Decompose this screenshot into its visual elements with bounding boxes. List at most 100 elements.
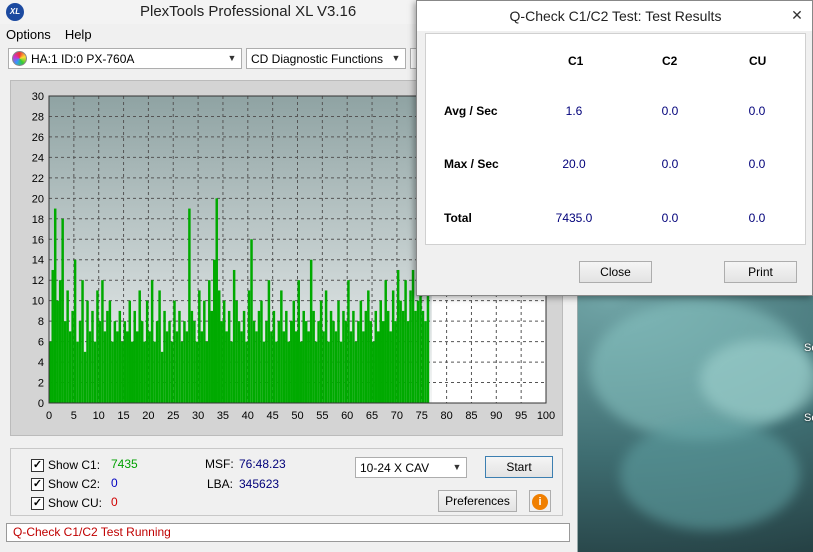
c1-bar — [160, 351, 164, 403]
x-tick-label: 85 — [465, 410, 477, 422]
c1-bar — [73, 259, 77, 403]
c1-bar — [222, 300, 226, 403]
max-c1: 20.0 — [562, 157, 586, 171]
dialog-title: Q-Check C1/C2 Test: Test Results — [509, 8, 722, 24]
c1-bar — [215, 198, 218, 403]
c1-bar — [342, 310, 345, 403]
x-tick-label: 40 — [242, 410, 254, 422]
c2-count: 0 — [111, 476, 118, 490]
c1-bar — [113, 321, 117, 403]
c1-bar — [354, 341, 358, 403]
close-button[interactable]: Close — [579, 261, 652, 283]
y-tick-label: 26 — [32, 132, 44, 144]
c1-bar — [312, 310, 315, 403]
show-cu-row: ✓ Show CU: — [31, 496, 102, 510]
c1-bar — [103, 331, 107, 403]
results-table: C1 C2 CU Avg / Sec 1.6 0.0 0.0 Max / Sec… — [425, 33, 806, 245]
cu-count: 0 — [111, 495, 118, 509]
close-icon[interactable]: ✕ — [788, 6, 806, 24]
desktop-icon-label[interactable]: Se — [804, 412, 813, 424]
c1-bar — [295, 331, 298, 403]
c1-bar — [394, 321, 397, 403]
x-tick-label: 35 — [217, 410, 229, 422]
max-cu: 0.0 — [748, 157, 766, 171]
c1-bar — [145, 300, 149, 403]
c1-bar — [76, 341, 79, 403]
menu-help[interactable]: Help — [65, 27, 92, 42]
column-header-cu: CU — [749, 54, 767, 68]
c1-bar — [255, 331, 258, 403]
show-c1-label: Show C1: — [48, 458, 101, 472]
c1-bar — [344, 321, 348, 403]
chevron-down-icon[interactable]: ▼ — [450, 458, 464, 477]
c1-bar — [411, 269, 415, 403]
c1-bar — [148, 331, 151, 403]
c1-bar — [175, 331, 179, 403]
c1-bar — [275, 341, 278, 403]
c1-bar — [245, 341, 248, 403]
c1-bar — [58, 280, 62, 403]
speed-select[interactable]: 10-24 X CAV ▼ — [355, 457, 467, 478]
y-tick-label: 8 — [38, 316, 44, 328]
c1-bar — [327, 341, 330, 403]
x-tick-label: 0 — [46, 410, 52, 422]
x-tick-label: 95 — [515, 410, 527, 422]
c1-bar — [180, 341, 184, 403]
c1-bar — [347, 280, 350, 403]
start-button[interactable]: Start — [485, 456, 553, 478]
desktop-icon-label[interactable]: Se — [804, 342, 813, 354]
lba-value: 345623 — [239, 477, 280, 491]
y-tick-label: 10 — [32, 296, 44, 308]
drive-select-value: HA:1 ID:0 PX-760A — [31, 51, 135, 66]
c1-bar — [98, 321, 102, 403]
show-c1-checkbox[interactable]: ✓ — [31, 458, 44, 472]
lba-label: LBA: — [207, 477, 234, 491]
dialog-title-bar[interactable]: Q-Check C1/C2 Test: Test Results ✕ — [417, 1, 812, 31]
drive-select[interactable]: HA:1 ID:0 PX-760A ▼ — [8, 48, 242, 69]
c1-bar — [208, 280, 211, 403]
c1-bar — [401, 310, 405, 403]
c1-bar — [362, 331, 365, 403]
c1-bar — [88, 331, 92, 403]
c1-bar — [304, 321, 308, 403]
chevron-down-icon[interactable]: ▼ — [225, 49, 239, 68]
c1-bar — [317, 321, 320, 403]
c1-bar — [287, 341, 291, 403]
c1-bar — [277, 321, 281, 403]
show-c1-row: ✓ Show C1: — [31, 458, 100, 472]
c1-bar — [322, 331, 325, 403]
c1-bar — [285, 310, 288, 403]
c1-bar — [426, 290, 430, 403]
c1-bar — [133, 310, 136, 403]
x-tick-label: 90 — [490, 410, 502, 422]
total-c1: 7435.0 — [555, 211, 593, 225]
c1-bar — [155, 321, 159, 403]
chevron-down-icon[interactable]: ▼ — [389, 49, 403, 68]
info-button[interactable]: i — [529, 490, 551, 512]
show-c2-checkbox[interactable]: ✓ — [31, 477, 44, 491]
c1-bar — [367, 290, 370, 403]
preferences-button[interactable]: Preferences — [438, 490, 517, 512]
c1-bar — [270, 331, 273, 403]
function-select[interactable]: CD Diagnostic Functions ▼ — [246, 48, 406, 69]
c1-bar — [108, 300, 112, 403]
c1-bar — [384, 280, 387, 403]
c1-bar — [399, 300, 402, 403]
c1-bar — [198, 290, 201, 403]
y-tick-label: 28 — [32, 111, 44, 123]
c1-bar — [424, 321, 427, 403]
c1-bar — [252, 321, 256, 403]
c1-bar — [250, 239, 253, 403]
c1-bar — [257, 310, 261, 403]
x-tick-label: 25 — [167, 410, 179, 422]
menu-options[interactable]: Options — [6, 27, 51, 42]
c1-bar — [307, 331, 310, 403]
c1-bar — [183, 321, 186, 403]
y-tick-label: 16 — [32, 234, 44, 246]
c1-bar — [116, 331, 119, 403]
y-tick-label: 12 — [32, 275, 44, 287]
speed-select-value: 10-24 X CAV — [360, 460, 430, 475]
print-button[interactable]: Print — [724, 261, 797, 283]
show-cu-checkbox[interactable]: ✓ — [31, 496, 44, 510]
c1-bar — [337, 300, 340, 403]
